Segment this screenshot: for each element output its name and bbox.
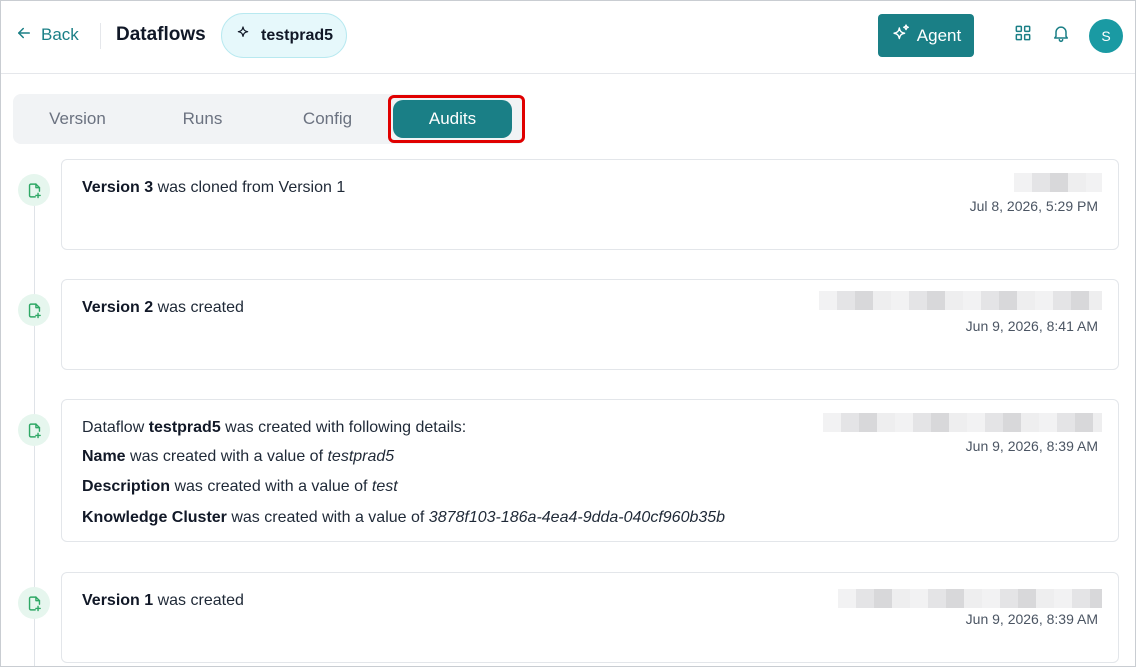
audit-timestamp: Jun 9, 2026, 8:39 AM [965, 611, 1098, 627]
page-title: Dataflows [116, 24, 206, 45]
audit-message: Dataflow testprad5 was created with foll… [82, 419, 467, 436]
tab-version[interactable]: Version [15, 94, 140, 144]
tab-bar: Version Runs Config Audits [13, 94, 525, 144]
file-plus-icon [18, 174, 50, 206]
top-header: Back Dataflows testprad5 Agent S [1, 1, 1135, 74]
grid-icon [1013, 23, 1033, 48]
file-plus-icon [18, 587, 50, 619]
back-button[interactable]: Back [15, 23, 79, 47]
agent-label: Agent [916, 25, 962, 45]
notifications-button[interactable] [1050, 24, 1072, 46]
redacted-user [1014, 173, 1102, 192]
user-avatar[interactable]: S [1089, 19, 1123, 53]
audit-card: Version 2 was created Jun 9, 2026, 8:41 … [61, 279, 1119, 370]
sparkle-icon [235, 25, 251, 46]
app-window: Back Dataflows testprad5 Agent S Version… [0, 0, 1136, 667]
tab-config[interactable]: Config [265, 94, 390, 144]
audit-detail-name: Name was created with a value of testpra… [82, 448, 395, 465]
audit-detail-description: Description was created with a value of … [82, 478, 398, 495]
dataflow-chip[interactable]: testprad5 [221, 13, 347, 58]
redacted-user [838, 589, 1102, 608]
audit-message: Version 1 was created [82, 592, 244, 609]
back-label: Back [41, 25, 79, 44]
audit-card: Version 3 was cloned from Version 1 Jul … [61, 159, 1119, 250]
avatar-initial: S [1101, 28, 1111, 44]
audit-card: Dataflow testprad5 was created with foll… [61, 399, 1119, 542]
agent-button[interactable]: Agent [878, 14, 974, 57]
bell-icon [1051, 23, 1071, 48]
arrow-left-icon [15, 24, 33, 47]
audit-detail-knowledge-cluster: Knowledge Cluster was created with a val… [82, 509, 726, 526]
redacted-user [823, 413, 1102, 432]
audit-message: Version 3 was cloned from Version 1 [82, 179, 346, 196]
dataflow-chip-label: testprad5 [261, 26, 334, 44]
audit-card: Version 1 was created Jun 9, 2026, 8:39 … [61, 572, 1119, 663]
header-divider [100, 23, 101, 49]
apps-grid-button[interactable] [1012, 24, 1034, 46]
file-plus-icon [18, 294, 50, 326]
audit-timestamp: Jun 9, 2026, 8:41 AM [965, 318, 1098, 334]
tab-runs[interactable]: Runs [140, 94, 265, 144]
agent-sparkles-icon [891, 23, 911, 48]
redacted-user [819, 291, 1102, 310]
file-plus-icon [18, 414, 50, 446]
audit-timestamp: Jul 8, 2026, 5:29 PM [969, 198, 1098, 214]
audit-message: Version 2 was created [82, 299, 244, 316]
tab-audits[interactable]: Audits [393, 100, 512, 138]
audit-timestamp: Jun 9, 2026, 8:39 AM [965, 438, 1098, 454]
